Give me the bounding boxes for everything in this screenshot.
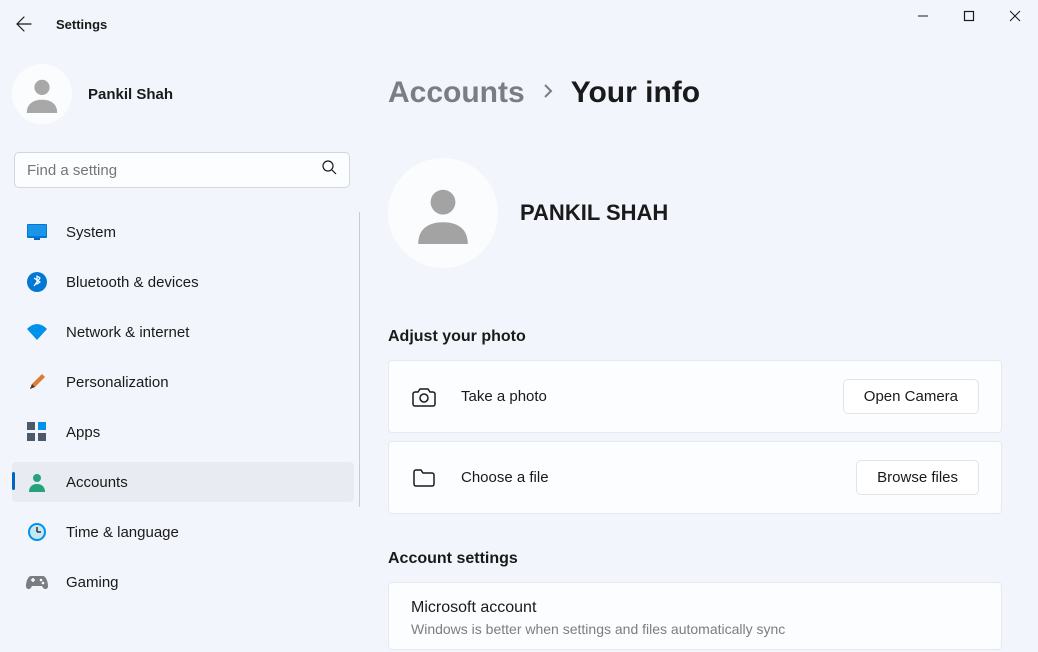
nav-label: System <box>66 224 116 241</box>
take-photo-card: Take a photo Open Camera <box>388 360 1002 433</box>
search-icon <box>322 160 337 180</box>
apps-icon <box>26 421 48 443</box>
back-button[interactable] <box>0 0 48 48</box>
profile-avatar <box>388 158 498 268</box>
user-header[interactable]: Pankil Shah <box>12 60 360 152</box>
folder-icon <box>411 465 437 491</box>
bluetooth-icon <box>26 271 48 293</box>
nav-label: Personalization <box>66 374 169 391</box>
open-camera-button[interactable]: Open Camera <box>843 379 979 414</box>
minimize-icon <box>917 10 929 22</box>
window-controls <box>900 0 1038 32</box>
microsoft-account-card[interactable]: Microsoft account Windows is better when… <box>388 582 1002 650</box>
user-avatar <box>12 64 72 124</box>
search-input[interactable] <box>14 152 350 188</box>
arrow-left-icon <box>16 16 32 32</box>
person-icon <box>412 182 474 244</box>
choose-file-label: Choose a file <box>461 469 856 486</box>
chevron-right-icon <box>543 84 553 103</box>
sidebar-item-system[interactable]: System <box>12 212 354 252</box>
close-button[interactable] <box>992 0 1038 32</box>
close-icon <box>1009 10 1021 22</box>
person-icon <box>23 75 61 113</box>
breadcrumb-parent[interactable]: Accounts <box>388 76 525 110</box>
nav-list: System Bluetooth & devices Network & int… <box>12 212 360 602</box>
user-name: Pankil Shah <box>88 86 173 103</box>
breadcrumb: Accounts Your info <box>388 76 1002 110</box>
camera-icon <box>411 384 437 410</box>
titlebar: Settings <box>0 0 1038 48</box>
nav-label: Gaming <box>66 574 119 591</box>
sidebar-item-accounts[interactable]: Accounts <box>12 462 354 502</box>
sidebar-item-network[interactable]: Network & internet <box>12 312 354 352</box>
nav-label: Network & internet <box>66 324 189 341</box>
content: Accounts Your info PANKIL SHAH Adjust yo… <box>360 48 1038 652</box>
sidebar-item-apps[interactable]: Apps <box>12 412 354 452</box>
system-icon <box>26 221 48 243</box>
sidebar-item-gaming[interactable]: Gaming <box>12 562 354 602</box>
sidebar-item-bluetooth[interactable]: Bluetooth & devices <box>12 262 354 302</box>
accounts-icon <box>26 471 48 493</box>
take-photo-label: Take a photo <box>461 388 843 405</box>
minimize-button[interactable] <box>900 0 946 32</box>
nav-label: Accounts <box>66 474 128 491</box>
sidebar-item-personalization[interactable]: Personalization <box>12 362 354 402</box>
sidebar-divider <box>359 212 360 507</box>
breadcrumb-current: Your info <box>571 76 700 110</box>
ms-account-title: Microsoft account <box>411 599 979 617</box>
sidebar: Pankil Shah System Bluetooth & devices N… <box>0 48 360 652</box>
browse-files-button[interactable]: Browse files <box>856 460 979 495</box>
profile-name: PANKIL SHAH <box>520 200 668 226</box>
maximize-button[interactable] <box>946 0 992 32</box>
adjust-photo-heading: Adjust your photo <box>388 328 1002 346</box>
gaming-icon <box>26 571 48 593</box>
window-title: Settings <box>56 17 107 32</box>
profile-header: PANKIL SHAH <box>388 158 1002 268</box>
ms-account-subtitle: Windows is better when settings and file… <box>411 621 979 637</box>
search-field[interactable] <box>27 162 337 179</box>
nav-label: Time & language <box>66 524 179 541</box>
choose-file-card: Choose a file Browse files <box>388 441 1002 514</box>
wifi-icon <box>26 321 48 343</box>
nav-label: Bluetooth & devices <box>66 274 199 291</box>
account-settings-heading: Account settings <box>388 550 1002 568</box>
nav-label: Apps <box>66 424 100 441</box>
maximize-icon <box>963 10 975 22</box>
sidebar-item-time-language[interactable]: Time & language <box>12 512 354 552</box>
brush-icon <box>26 371 48 393</box>
clock-icon <box>26 521 48 543</box>
